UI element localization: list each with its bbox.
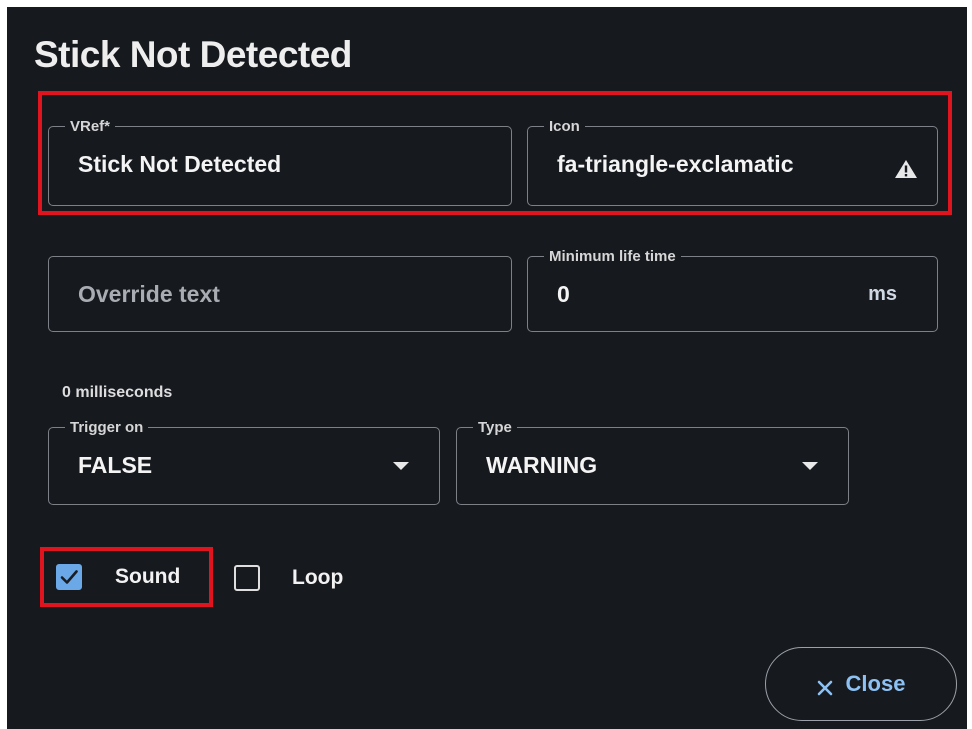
trigger-on-label: Trigger on (65, 419, 149, 436)
minimum-life-time-hint: 0 milliseconds (62, 384, 173, 401)
minimum-life-time-unit: ms (868, 283, 897, 305)
trigger-on-select[interactable]: Trigger on FALSE (48, 419, 440, 505)
chevron-down-icon (393, 462, 409, 470)
loop-checkbox[interactable] (234, 565, 260, 591)
minimum-life-time-label: Minimum life time (544, 248, 681, 265)
highlight-sound (40, 547, 213, 607)
override-text-field[interactable]: Override text (48, 256, 512, 332)
override-text-placeholder: Override text (78, 281, 220, 307)
close-button[interactable]: Close (765, 647, 957, 721)
type-value: WARNING (486, 452, 598, 478)
loop-label[interactable]: Loop (292, 566, 343, 590)
trigger-on-value: FALSE (78, 452, 153, 478)
highlight-vref-icon (38, 91, 952, 215)
type-select[interactable]: Type WARNING (456, 419, 849, 505)
close-button-label: Close (845, 671, 906, 696)
minimum-life-time-field[interactable]: Minimum life time 0 ms (527, 248, 938, 332)
alert-edit-dialog: Stick Not Detected VRef* Stick Not Detec… (7, 7, 967, 729)
dialog-title: Stick Not Detected (34, 34, 352, 75)
minimum-life-time-value: 0 (557, 281, 570, 307)
type-label: Type (473, 419, 517, 436)
chevron-down-icon (802, 462, 818, 470)
close-icon (817, 676, 833, 696)
